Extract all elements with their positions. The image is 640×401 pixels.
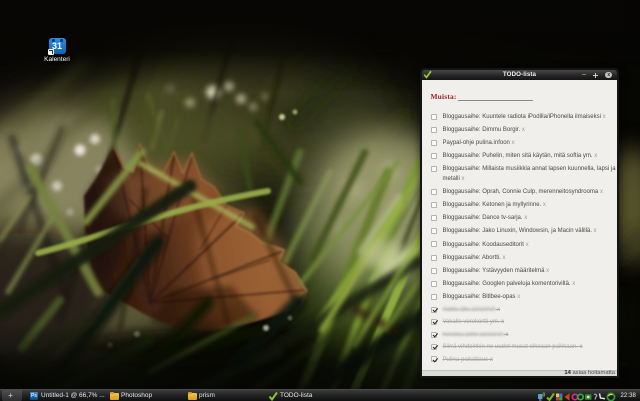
- svg-text:0: 0: [543, 393, 546, 399]
